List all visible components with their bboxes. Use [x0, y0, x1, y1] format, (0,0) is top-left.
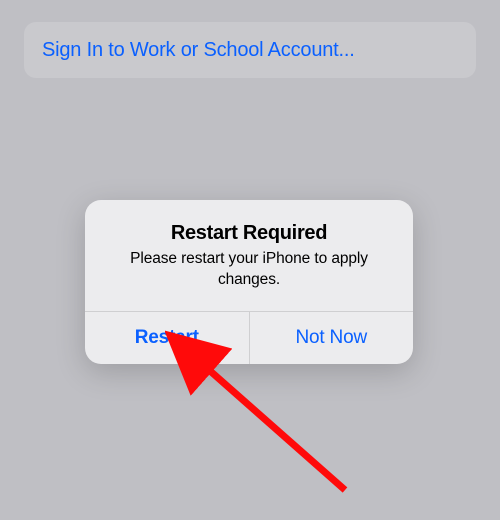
not-now-button-label: Not Now — [296, 327, 367, 349]
alert-title: Restart Required — [105, 222, 393, 245]
alert-message: Please restart your iPhone to apply chan… — [105, 249, 393, 291]
restart-button-label: Restart — [135, 327, 199, 349]
alert-button-row: Restart Not Now — [85, 311, 413, 364]
sign-in-label: Sign In to Work or School Account... — [42, 39, 355, 62]
not-now-button[interactable]: Not Now — [250, 312, 414, 364]
restart-alert: Restart Required Please restart your iPh… — [85, 200, 413, 364]
sign-in-cell[interactable]: Sign In to Work or School Account... — [24, 22, 476, 78]
restart-button[interactable]: Restart — [85, 312, 250, 364]
alert-text-area: Restart Required Please restart your iPh… — [85, 200, 413, 311]
